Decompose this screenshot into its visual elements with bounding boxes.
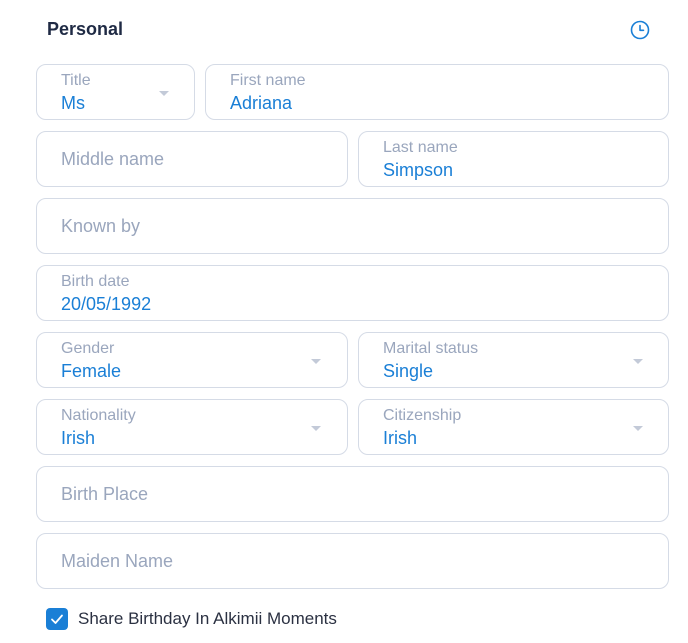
- citizenship-label: Citizenship: [383, 407, 462, 424]
- section-title: Personal: [47, 19, 124, 39]
- chevron-down-icon: [311, 359, 321, 364]
- last-name-field[interactable]: Last name Simpson: [358, 131, 669, 187]
- clock-icon[interactable]: [629, 19, 651, 41]
- first-name-label: First name: [230, 72, 306, 89]
- middle-name-placeholder: Middle name: [61, 149, 165, 169]
- title-select[interactable]: Title Ms: [36, 64, 195, 120]
- marital-status-select[interactable]: Marital status Single: [358, 332, 669, 388]
- nationality-label: Nationality: [61, 407, 136, 424]
- birth-place-placeholder: Birth Place: [61, 484, 149, 504]
- chevron-down-icon: [159, 91, 169, 96]
- maiden-name-field[interactable]: Maiden Name: [36, 533, 669, 589]
- birth-place-field[interactable]: Birth Place: [36, 466, 669, 522]
- known-by-field[interactable]: Known by: [36, 198, 669, 254]
- gender-select[interactable]: Gender Female: [36, 332, 348, 388]
- gender-value: Female: [61, 361, 122, 381]
- checkmark-icon: [51, 614, 63, 624]
- share-birthday-label[interactable]: Share Birthday In Alkimii Moments: [78, 609, 337, 629]
- share-birthday-checkbox[interactable]: [46, 608, 68, 630]
- known-by-placeholder: Known by: [61, 216, 141, 236]
- chevron-down-icon: [311, 426, 321, 431]
- marital-status-value: Single: [383, 361, 434, 381]
- chevron-down-icon: [633, 426, 643, 431]
- chevron-down-icon: [633, 359, 643, 364]
- first-name-value: Adriana: [230, 93, 293, 113]
- maiden-name-placeholder: Maiden Name: [61, 551, 174, 571]
- first-name-field[interactable]: First name Adriana: [205, 64, 669, 120]
- birth-date-field[interactable]: Birth date 20/05/1992: [36, 265, 669, 321]
- title-label: Title: [61, 72, 91, 89]
- nationality-value: Irish: [61, 428, 96, 448]
- birth-date-label: Birth date: [61, 273, 130, 290]
- marital-status-label: Marital status: [383, 340, 479, 357]
- citizenship-value: Irish: [383, 428, 418, 448]
- last-name-value: Simpson: [383, 160, 454, 180]
- citizenship-select[interactable]: Citizenship Irish: [358, 399, 669, 455]
- last-name-label: Last name: [383, 139, 458, 156]
- middle-name-field[interactable]: Middle name: [36, 131, 348, 187]
- title-value: Ms: [61, 93, 85, 113]
- gender-label: Gender: [61, 340, 115, 357]
- birth-date-value: 20/05/1992: [61, 294, 152, 314]
- nationality-select[interactable]: Nationality Irish: [36, 399, 348, 455]
